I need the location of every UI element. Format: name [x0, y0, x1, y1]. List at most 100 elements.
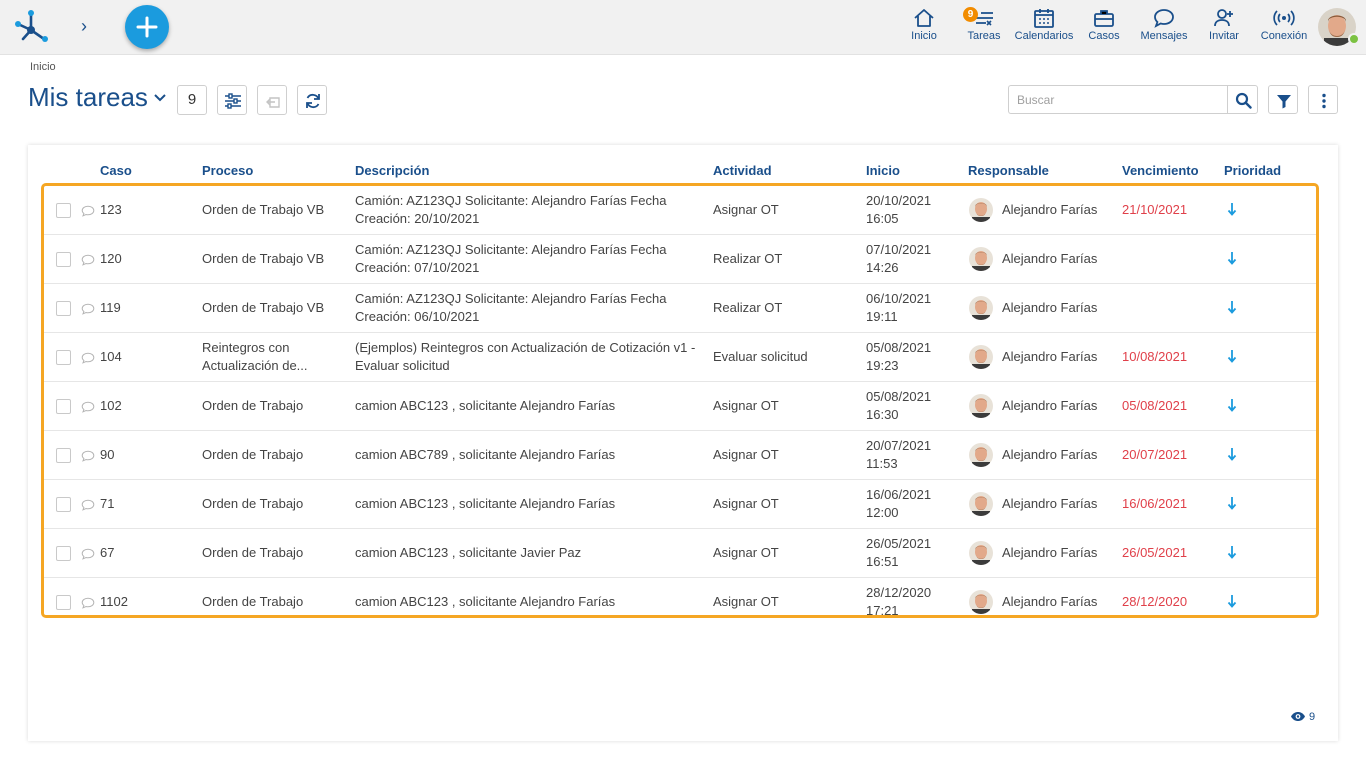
release-task-button[interactable] — [257, 85, 287, 115]
priority-low-icon — [1227, 349, 1237, 368]
cell-caso: 67 — [100, 545, 115, 560]
table-row[interactable]: 1102 Orden de Trabajo camion ABC123 , soli… — [44, 578, 1316, 615]
nav-conexion[interactable]: Conexión — [1259, 8, 1309, 48]
search-button[interactable] — [1227, 85, 1258, 114]
cell-proceso: Orden de Trabajo VB — [202, 300, 325, 315]
chevron-down-icon[interactable] — [154, 93, 166, 103]
release-icon — [266, 97, 280, 108]
nav-invitar[interactable]: Invitar — [1206, 8, 1242, 48]
row-checkbox[interactable] — [56, 595, 71, 610]
filter-button[interactable] — [1268, 85, 1298, 114]
cell-caso: 123 — [100, 202, 122, 217]
table-row[interactable]: 90 Orden de Trabajo camion ABC789 , solici… — [44, 431, 1316, 480]
cell-caso: 102 — [100, 398, 122, 413]
cell-inicio-date: 07/10/2021 — [866, 242, 932, 257]
column-header-actividad[interactable]: Actividad — [713, 163, 772, 178]
refresh-button[interactable] — [297, 85, 327, 115]
breadcrumb[interactable]: Inicio — [30, 61, 56, 73]
cell-proceso: Orden de Trabajo — [202, 594, 304, 609]
top-bar: › Inicio 9 Tareas Calendarios Casos Mens… — [0, 0, 1366, 55]
cell-actividad: Asignar OT — [713, 594, 779, 609]
row-checkbox[interactable] — [56, 252, 71, 267]
column-header-descripcion[interactable]: Descripción — [355, 163, 429, 178]
cell-vencimiento: 28/12/2020 — [1122, 594, 1188, 609]
comment-icon[interactable] — [81, 400, 95, 418]
cell-descripcion: Camión: AZ123QJ Solicitante: Alejandro F… — [355, 193, 667, 226]
cell-vencimiento: 26/05/2021 — [1122, 545, 1188, 560]
cell-inicio-date: 20/10/2021 — [866, 193, 932, 208]
comment-icon[interactable] — [81, 253, 95, 271]
row-checkbox[interactable] — [56, 399, 71, 414]
filter-icon — [1277, 95, 1291, 109]
wifi-icon — [1273, 10, 1295, 26]
cell-descripcion: Camión: AZ123QJ Solicitante: Alejandro F… — [355, 291, 667, 324]
cell-proceso: Orden de Trabajo — [202, 545, 304, 560]
cell-descripcion: Camión: AZ123QJ Solicitante: Alejandro F… — [355, 242, 667, 275]
column-header-vencimiento[interactable]: Vencimiento — [1122, 163, 1199, 178]
cell-descripcion: (Ejemplos) Reintegros con Actualización … — [355, 340, 696, 373]
comment-icon[interactable] — [81, 204, 95, 222]
add-button[interactable] — [125, 5, 169, 49]
table-row[interactable]: 104 Reintegros con Actualización de... (Ej… — [44, 333, 1316, 382]
more-vertical-icon — [1322, 93, 1326, 109]
online-status-indicator — [1348, 33, 1360, 45]
expand-menu-icon[interactable]: › — [74, 14, 94, 38]
nav-tareas[interactable]: 9 Tareas — [963, 7, 1004, 48]
nav-mensajes[interactable]: Mensajes — [1139, 8, 1189, 48]
more-options-button[interactable] — [1308, 85, 1338, 114]
table-row[interactable]: 120 Orden de Trabajo VB Camión: AZ123QJ So… — [44, 235, 1316, 284]
visible-count: 9 — [1290, 711, 1315, 723]
comment-icon[interactable] — [81, 449, 95, 467]
cell-proceso: Orden de Trabajo — [202, 398, 304, 413]
row-checkbox[interactable] — [56, 448, 71, 463]
table-row[interactable]: 71 Orden de Trabajo camion ABC123 , solici… — [44, 480, 1316, 529]
calendar-icon — [1034, 9, 1054, 28]
cell-inicio-date: 05/08/2021 — [866, 389, 932, 404]
task-count-badge: 9 — [177, 85, 207, 115]
table-row[interactable]: 119 Orden de Trabajo VB Camión: AZ123QJ So… — [44, 284, 1316, 333]
cell-proceso: Orden de Trabajo — [202, 447, 304, 462]
cell-descripcion: camion ABC123 , solicitante Alejandro Fa… — [355, 496, 616, 511]
nav-calendarios[interactable]: Calendarios — [1014, 8, 1074, 48]
cell-caso: 119 — [100, 300, 121, 315]
cell-actividad: Asignar OT — [713, 545, 779, 560]
cell-inicio: 26/05/2021 16:51 — [866, 535, 931, 571]
responsable-avatar — [969, 541, 993, 565]
row-checkbox[interactable] — [56, 203, 71, 218]
cell-inicio-time: 16:30 — [866, 407, 899, 422]
row-checkbox[interactable] — [56, 497, 71, 512]
nav-inicio[interactable]: Inicio — [905, 8, 943, 48]
cell-vencimiento: 20/07/2021 — [1122, 447, 1188, 462]
search-input[interactable] — [1008, 85, 1228, 114]
cell-responsable: Alejandro Farías — [1002, 251, 1098, 266]
column-header-prioridad[interactable]: Prioridad — [1224, 163, 1281, 178]
table-row[interactable]: 67 Orden de Trabajo camion ABC123 , solici… — [44, 529, 1316, 578]
page-title[interactable]: Mis tareas — [28, 82, 148, 113]
comment-icon[interactable] — [81, 351, 95, 369]
column-header-responsable[interactable]: Responsable — [968, 163, 1049, 178]
responsable-avatar — [969, 590, 993, 614]
comment-icon[interactable] — [81, 498, 95, 516]
responsable-avatar — [969, 443, 993, 467]
priority-low-icon — [1227, 496, 1237, 515]
nav-casos[interactable]: Casos — [1086, 8, 1122, 48]
comment-icon[interactable] — [81, 302, 95, 320]
priority-low-icon — [1227, 300, 1237, 319]
column-header-caso[interactable]: Caso — [100, 163, 132, 178]
logo-icon[interactable] — [14, 9, 50, 43]
comment-icon[interactable] — [81, 547, 95, 565]
table-row[interactable]: 102 Orden de Trabajo camion ABC123 , solic… — [44, 382, 1316, 431]
column-header-proceso[interactable]: Proceso — [202, 163, 253, 178]
row-checkbox[interactable] — [56, 301, 71, 316]
row-checkbox[interactable] — [56, 350, 71, 365]
responsable-avatar — [969, 296, 993, 320]
row-checkbox[interactable] — [56, 546, 71, 561]
comment-icon[interactable] — [81, 596, 95, 614]
cell-caso: 1102 — [100, 594, 128, 609]
cell-caso: 120 — [100, 251, 122, 266]
priority-low-icon — [1227, 447, 1237, 466]
column-settings-button[interactable] — [217, 85, 247, 115]
nav-mensajes-label: Mensajes — [1140, 30, 1188, 42]
table-row[interactable]: 123 Orden de Trabajo VB Camión: AZ123QJ So… — [44, 186, 1316, 235]
column-header-inicio[interactable]: Inicio — [866, 163, 900, 178]
